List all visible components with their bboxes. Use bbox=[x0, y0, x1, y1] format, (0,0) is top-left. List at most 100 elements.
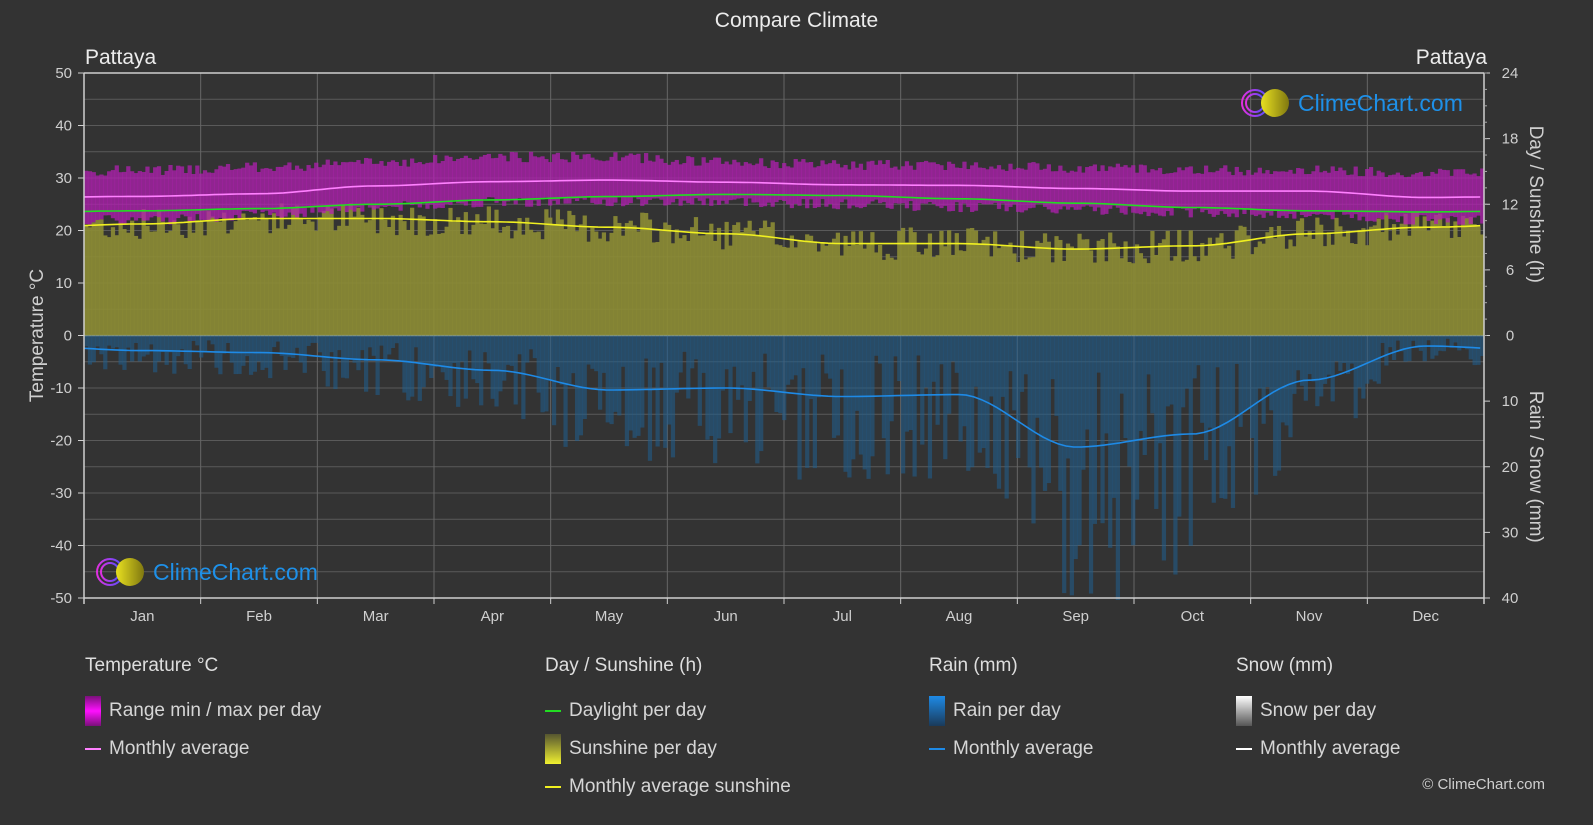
y-left-tick-label: 30 bbox=[55, 170, 72, 187]
rain-bar bbox=[1200, 335, 1205, 423]
rain-bar bbox=[1177, 335, 1182, 517]
sunshine-bar bbox=[1157, 243, 1163, 336]
temp-range-bar bbox=[248, 165, 254, 212]
temp-range-bar bbox=[502, 155, 507, 206]
sunshine-bar bbox=[172, 220, 177, 336]
legend-title: Snow (mm) bbox=[1236, 655, 1334, 676]
rain-bar bbox=[574, 335, 580, 442]
sunshine-bar bbox=[697, 235, 702, 336]
sunshine-bar bbox=[1123, 241, 1128, 336]
rain-bar bbox=[609, 335, 614, 425]
temp-range-bar bbox=[206, 172, 211, 221]
y-left-title: Temperature °C bbox=[27, 269, 48, 402]
temp-range-bar bbox=[1115, 163, 1121, 208]
sunshine-bar bbox=[920, 254, 925, 336]
rain-bar bbox=[390, 335, 396, 349]
y-left-tick-label: 10 bbox=[55, 275, 72, 292]
rain-bar bbox=[1069, 335, 1074, 596]
rain-bar bbox=[774, 335, 779, 413]
temp-range-bar bbox=[847, 169, 852, 209]
temp-range-bar bbox=[199, 173, 204, 220]
sunshine-bar bbox=[490, 228, 495, 336]
rain-bar bbox=[294, 335, 300, 348]
rain-bar bbox=[601, 335, 607, 373]
rain-bar bbox=[667, 335, 672, 425]
sunshine-bar bbox=[452, 222, 457, 336]
temp-range-bar bbox=[463, 155, 468, 206]
legend-rain: Rain (mm) Rain per day Monthly average bbox=[929, 655, 1093, 768]
rain-bar bbox=[927, 335, 933, 479]
temp-range-bar bbox=[789, 167, 794, 209]
sunshine-bar bbox=[1073, 249, 1078, 336]
temp-range-bar bbox=[1161, 174, 1167, 217]
rain-bar bbox=[801, 335, 806, 369]
rain-bar bbox=[1288, 335, 1293, 438]
x-tick-label: Jun bbox=[714, 608, 738, 625]
sunshine-bar bbox=[1472, 224, 1477, 336]
rain-bar bbox=[1253, 335, 1259, 495]
legend-snow: Snow (mm) Snow per day Monthly average bbox=[1236, 655, 1400, 768]
temp-range-bar bbox=[509, 151, 514, 201]
rain-bar bbox=[958, 335, 963, 442]
sunshine-bar bbox=[797, 241, 802, 336]
legend-item: Range min / max per day bbox=[85, 692, 321, 730]
sunshine-bar bbox=[1384, 212, 1389, 336]
rain-bar bbox=[682, 335, 687, 352]
logo-top-right[interactable]: ClimeChart.com bbox=[1240, 88, 1463, 118]
rain-bar bbox=[1441, 335, 1447, 352]
sunshine-bar bbox=[91, 222, 96, 336]
sunshine-bar bbox=[1265, 232, 1270, 336]
sunshine-bar bbox=[1215, 237, 1220, 336]
x-tick-label: Mar bbox=[363, 608, 389, 625]
sunshine-bar bbox=[728, 245, 733, 336]
sunshine-bar bbox=[977, 243, 982, 336]
x-tick-label: Jan bbox=[130, 608, 154, 625]
rain-bar bbox=[889, 335, 894, 422]
rain-bar bbox=[644, 335, 649, 359]
temp-range-bar bbox=[828, 163, 833, 204]
legend-label: Monthly average bbox=[953, 738, 1094, 759]
sunshine-bar bbox=[1418, 227, 1424, 336]
sunshine-bar bbox=[1399, 223, 1404, 336]
temp-range-bar bbox=[1085, 167, 1090, 206]
x-tick-label: Dec bbox=[1412, 608, 1439, 625]
rain-bar bbox=[747, 335, 752, 401]
temp-range-bar bbox=[835, 163, 841, 210]
rain-bar bbox=[1215, 335, 1220, 368]
sunshine-bar bbox=[214, 220, 219, 336]
sunshine-bar bbox=[1296, 220, 1301, 336]
sunshine-bar bbox=[1288, 239, 1293, 336]
temp-range-bar bbox=[486, 153, 491, 198]
sunshine-bar bbox=[340, 204, 346, 336]
sunshine-bar bbox=[793, 247, 798, 336]
sunshine-bar bbox=[540, 239, 545, 336]
temp-range-bar bbox=[179, 166, 185, 215]
temp-range-bar bbox=[348, 161, 353, 210]
sunshine-bar bbox=[1303, 236, 1308, 336]
rain-bar bbox=[597, 335, 603, 410]
rain-bar bbox=[981, 335, 986, 449]
rain-bar bbox=[874, 335, 879, 356]
sunshine-bar bbox=[436, 233, 442, 336]
temp-range-bar bbox=[482, 154, 488, 199]
rain-bar bbox=[1077, 335, 1082, 546]
sunshine-bar bbox=[153, 231, 158, 336]
legend-temperature: Temperature °C Range min / max per day M… bbox=[85, 655, 321, 768]
temp-range-bar bbox=[87, 171, 93, 225]
logo-bottom-left[interactable]: ClimeChart.com bbox=[95, 557, 318, 587]
temp-range-bar bbox=[851, 161, 856, 206]
rain-bar bbox=[191, 335, 196, 341]
sunshine-bar bbox=[847, 245, 852, 336]
temp-range-bar bbox=[655, 155, 660, 199]
sunshine-bar bbox=[655, 242, 660, 336]
rain-bar bbox=[1257, 335, 1262, 389]
sunshine-bar bbox=[701, 235, 706, 336]
rain-bar bbox=[1445, 335, 1450, 339]
rain-bar bbox=[582, 335, 587, 420]
rain-bar bbox=[1054, 335, 1059, 416]
rain-bar bbox=[805, 335, 810, 468]
temp-range-bar bbox=[973, 162, 979, 211]
temp-range-bar bbox=[1223, 165, 1228, 214]
sunshine-bar bbox=[594, 231, 599, 336]
sunshine-bar bbox=[571, 215, 576, 336]
